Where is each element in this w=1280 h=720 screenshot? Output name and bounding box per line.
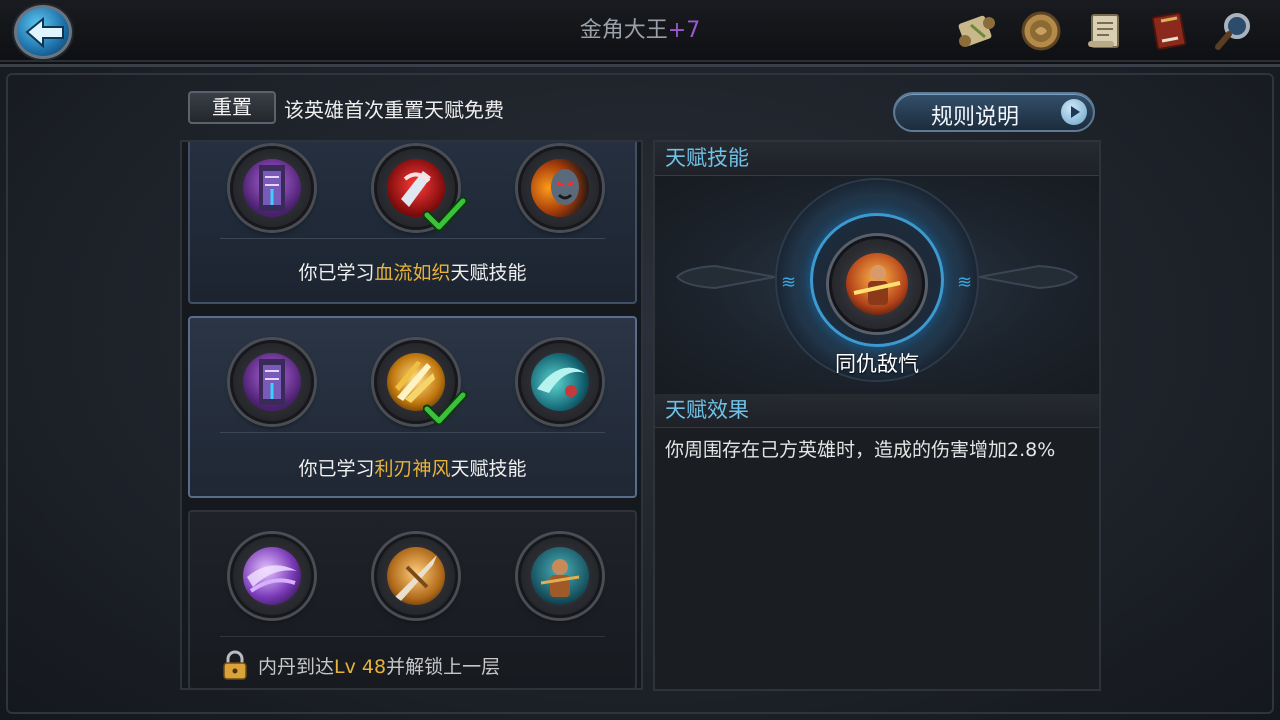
spear-thrust-skill-icon[interactable] bbox=[374, 534, 458, 618]
purple-totem-skill-icon[interactable] bbox=[230, 340, 314, 424]
rune-glyph-icon: ≋ bbox=[957, 272, 973, 293]
learned-skill-name: 血流如织 bbox=[374, 262, 451, 284]
status-prefix: 你已学习 bbox=[298, 458, 375, 480]
play-arrow-icon bbox=[1061, 99, 1087, 125]
tier-2-status: 你已学习利刃神风天赋技能 bbox=[190, 454, 635, 481]
right-wing-ornament bbox=[979, 264, 1079, 290]
skill-emblem-area: ≋ ≋ 同仇敌忾 bbox=[655, 176, 1099, 394]
teal-slash-skill-icon[interactable] bbox=[518, 340, 602, 424]
rune-glyph-icon: ≋ bbox=[781, 272, 797, 293]
status-prefix: 你已学习 bbox=[298, 262, 375, 284]
required-level: Lv 48 bbox=[334, 655, 387, 678]
magnifier-icon[interactable] bbox=[1208, 6, 1258, 56]
purple-wind-skill-icon[interactable] bbox=[230, 534, 314, 618]
padlock-icon bbox=[223, 650, 247, 680]
learned-check-icon bbox=[423, 391, 467, 426]
talent-detail-panel: 天赋技能 ≋ ≋ 同仇敌忾 天赋效果 你周围存在己方英雄时，造成的伤害增加2.8… bbox=[653, 140, 1101, 691]
scroll-icon[interactable] bbox=[952, 6, 1002, 56]
status-suffix: 天赋技能 bbox=[450, 262, 527, 284]
reset-note: 该英雄首次重置天赋免费 bbox=[284, 98, 504, 122]
talent-tier-list[interactable]: 你已学习血流如织天赋技能 你已学习利刃神风天赋技能 内丹到达Lv 48并解锁上一… bbox=[180, 140, 643, 690]
coin-medal-icon[interactable] bbox=[1016, 6, 1066, 56]
hero-name: 金角大王 bbox=[579, 18, 668, 43]
lock-prefix: 内丹到达 bbox=[258, 655, 335, 678]
rules-button[interactable]: 规则说明 bbox=[893, 92, 1095, 132]
golden-blades-skill-icon[interactable] bbox=[374, 340, 467, 426]
talent-tier-1: 你已学习血流如织天赋技能 bbox=[188, 142, 637, 304]
tier-divider bbox=[220, 238, 605, 239]
talent-tier-2: 你已学习利刃神风天赋技能 bbox=[188, 316, 637, 498]
book-icon[interactable] bbox=[1144, 6, 1194, 56]
monk-ally-skill-icon[interactable] bbox=[518, 534, 602, 618]
selected-skill-icon bbox=[829, 236, 925, 332]
lock-suffix: 并解锁上一层 bbox=[386, 655, 501, 678]
top-icon-bar bbox=[952, 6, 1258, 56]
parchment-icon[interactable] bbox=[1080, 6, 1130, 56]
top-bar: 金角大王+7 bbox=[0, 0, 1280, 62]
tier-divider bbox=[220, 636, 605, 637]
tier-divider bbox=[220, 432, 605, 433]
tier-1-status: 你已学习血流如织天赋技能 bbox=[190, 258, 635, 285]
learned-skill-name: 利刃神风 bbox=[374, 458, 451, 480]
talent-tier-3: 内丹到达Lv 48并解锁上一层 bbox=[188, 510, 637, 688]
reset-button[interactable]: 重置 bbox=[188, 91, 276, 124]
learned-check-icon bbox=[423, 197, 467, 232]
talent-skill-heading: 天赋技能 bbox=[655, 142, 1099, 176]
left-wing-ornament bbox=[675, 264, 775, 290]
vampire-lord-skill-icon[interactable] bbox=[518, 146, 602, 230]
talent-effect-heading: 天赋效果 bbox=[655, 394, 1099, 428]
blood-blade-skill-icon[interactable] bbox=[374, 146, 467, 232]
talent-effect-description: 你周围存在己方英雄时，造成的伤害增加2.8% bbox=[665, 439, 1056, 461]
purple-totem-skill-icon[interactable] bbox=[230, 146, 314, 230]
status-suffix: 天赋技能 bbox=[450, 458, 527, 480]
rules-button-label: 规则说明 bbox=[931, 105, 1020, 130]
hero-rank-plus: +7 bbox=[667, 18, 701, 43]
selected-skill-name: 同仇敌忾 bbox=[835, 352, 919, 376]
unlock-requirement: 内丹到达Lv 48并解锁上一层 bbox=[222, 650, 500, 680]
